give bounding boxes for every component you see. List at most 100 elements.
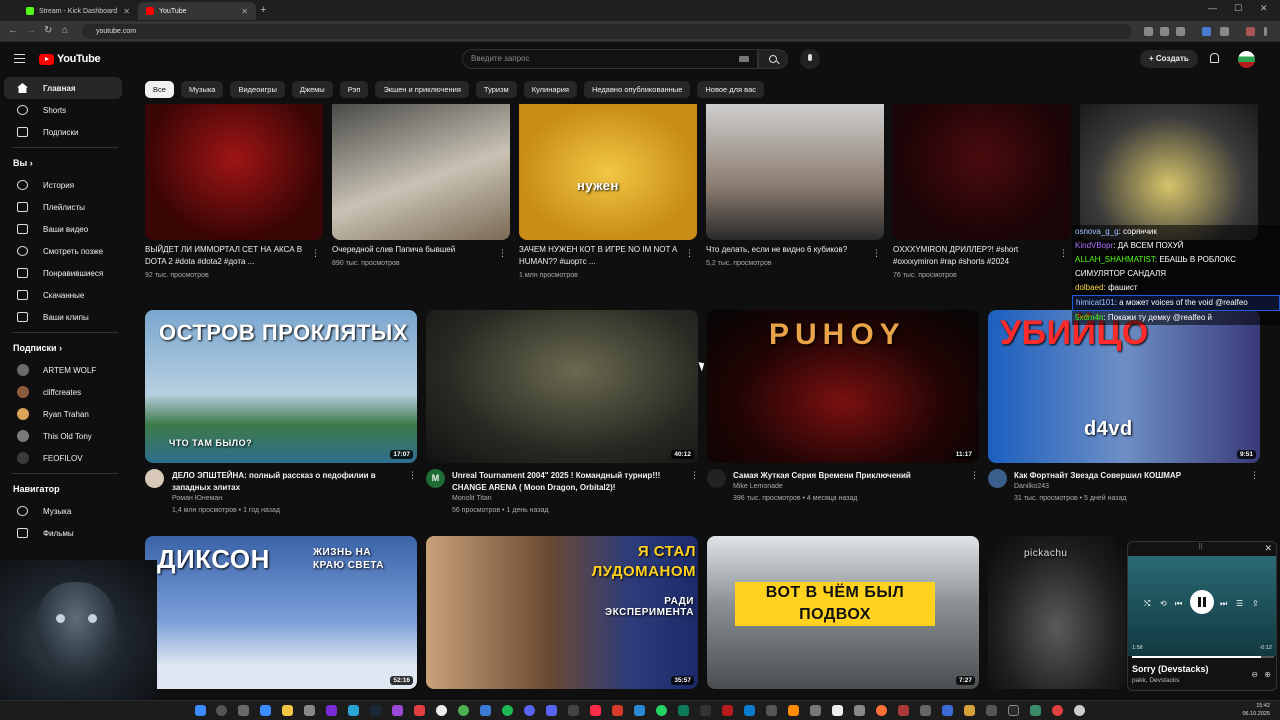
hamburger-menu-icon[interactable] [14, 54, 25, 63]
sidebar-item-downloads[interactable]: Скачанные [4, 284, 122, 306]
dislike-icon[interactable]: ⊖ [1251, 670, 1258, 679]
sidebar-item-history[interactable]: История [4, 174, 122, 196]
app-icon[interactable] [326, 705, 337, 716]
channel-name[interactable]: Роман Юнеман [172, 495, 222, 502]
chip-recently-uploaded[interactable]: Недавно опубликованные [583, 81, 691, 98]
more-options-icon[interactable]: ⋮ [311, 248, 320, 259]
channel-avatar[interactable]: M [426, 469, 445, 488]
more-options-icon[interactable]: ⋮ [498, 248, 507, 259]
video-thumbnail[interactable]: 40:12 [426, 310, 698, 463]
steam-icon[interactable] [370, 705, 381, 716]
zoom-icon[interactable] [1160, 27, 1169, 36]
bookmark-star-icon[interactable] [1176, 27, 1185, 36]
file-explorer-icon[interactable] [282, 705, 293, 716]
extension-icon[interactable] [1202, 27, 1211, 36]
app-icon[interactable] [788, 705, 799, 716]
search-input[interactable]: Введите запрос [462, 49, 758, 69]
app-icon[interactable] [1052, 705, 1063, 716]
widgets-icon[interactable] [260, 705, 271, 716]
sidebar-item-playlists[interactable]: Плейлисты [4, 196, 122, 218]
maximize-icon[interactable]: ☐ [1234, 3, 1242, 14]
sidebar-item-artem-wolf[interactable]: ARTEM WOLF [4, 359, 122, 381]
video-thumbnail[interactable]: ВОТ В ЧЁМ БЫЛ ПОДВОХ 7:27 [707, 536, 979, 689]
create-button[interactable]: + Создать [1140, 50, 1198, 68]
sidebar-item-this-old-tony[interactable]: This Old Tony [4, 425, 122, 447]
app-icon[interactable] [414, 705, 425, 716]
chip-tourism[interactable]: Туризм [475, 81, 517, 98]
app-icon[interactable] [722, 705, 733, 716]
video-thumbnail[interactable]: УБИЙЦО d4vd 9:51 [988, 310, 1260, 463]
notifications-bell-icon[interactable] [1210, 53, 1219, 63]
forward-icon[interactable]: → [26, 25, 36, 36]
channel-avatar[interactable] [988, 469, 1007, 488]
music-app-icon[interactable] [590, 705, 601, 716]
app-icon[interactable] [392, 705, 403, 716]
chip-rap[interactable]: Рэп [339, 81, 369, 98]
channel-name[interactable]: Monolit Titan [452, 495, 492, 502]
sidebar-subscriptions-header[interactable]: Подписки › [0, 337, 130, 359]
close-window-icon[interactable]: ✕ [1260, 3, 1268, 14]
search-button[interactable] [758, 49, 788, 69]
task-view-icon[interactable] [238, 705, 249, 716]
video-thumbnail[interactable]: PUHOY 11:17 [707, 310, 979, 463]
sidebar-item-home[interactable]: Главная [4, 77, 122, 99]
short-title[interactable]: ВЫЙДЕТ ЛИ ИММОРТАЛ СЕТ НА АКСА В DOTA 2 … [145, 244, 310, 268]
app-icon[interactable] [612, 705, 623, 716]
app-icon[interactable] [920, 705, 931, 716]
drag-handle-icon[interactable]: ⠿ [1198, 543, 1203, 551]
sidebar-item-liked[interactable]: Понравившиеся [4, 262, 122, 284]
chip-action-adventure[interactable]: Экшен и приключения [375, 81, 469, 98]
video-title[interactable]: Самая Жуткая Серия Времени Приключений [733, 470, 973, 482]
vscode-icon[interactable] [744, 705, 755, 716]
chip-music[interactable]: Музыка [180, 81, 224, 98]
video-title[interactable]: Как Фортнайт Звезда Совершил КОШМАР [1014, 470, 1254, 482]
telegram-icon[interactable] [348, 705, 359, 716]
channel-name[interactable]: Mike Lemonade [733, 483, 783, 490]
discord-icon[interactable] [546, 705, 557, 716]
chip-videogames[interactable]: Видеоигры [230, 81, 285, 98]
more-options-icon[interactable]: ⋮ [408, 470, 417, 481]
short-thumbnail[interactable] [1080, 104, 1258, 240]
app-icon[interactable] [854, 705, 865, 716]
sidebar-item-ryan-trahan[interactable]: Ryan Trahan [4, 403, 122, 425]
account-avatar[interactable] [1238, 51, 1255, 68]
sidebar-item-shorts[interactable]: Shorts [4, 99, 122, 121]
channel-avatar[interactable] [145, 469, 164, 488]
chip-jams[interactable]: Джемы [291, 81, 333, 98]
spotify-icon[interactable] [502, 705, 513, 716]
search-icon[interactable] [216, 705, 227, 716]
sidebar-item-clips[interactable]: Ваши клипы [4, 306, 122, 328]
minimize-icon[interactable]: — [1208, 3, 1217, 13]
app-icon[interactable] [524, 705, 535, 716]
app-icon[interactable] [1008, 705, 1019, 716]
menu-dots-icon[interactable] [1264, 27, 1267, 36]
video-title[interactable]: ДЕЛО ЭПШТЕЙНА: полный рассказ о педофили… [172, 470, 412, 494]
close-tab-icon[interactable]: ✕ [123, 7, 130, 16]
start-menu-icon[interactable] [195, 705, 206, 716]
app-icon[interactable] [766, 705, 777, 716]
sidebar-item-cliffcreates[interactable]: cliffcreates [4, 381, 122, 403]
more-options-icon[interactable]: ⋮ [1250, 470, 1259, 481]
app-icon[interactable] [964, 705, 975, 716]
channel-avatar[interactable] [707, 469, 726, 488]
short-title[interactable]: ЗАЧЕМ НУЖЕН КОТ В ИГРЕ NO IM NOT A HUMAN… [519, 244, 684, 268]
video-thumbnail[interactable]: ОСТРОВ ПРОКЛЯТЫХ ЧТО ТАМ БЫЛО? 17:07 [145, 310, 417, 463]
queue-icon[interactable]: ☰ [1236, 599, 1243, 608]
extensions-puzzle-icon[interactable] [1220, 27, 1229, 36]
chip-cooking[interactable]: Кулинария [523, 81, 577, 98]
close-player-icon[interactable]: ✕ [1264, 543, 1272, 554]
whatsapp-icon[interactable] [656, 705, 667, 716]
reload-icon[interactable]: ↻ [44, 25, 52, 36]
system-clock[interactable]: 15:42 06.10.2025 [1242, 702, 1270, 718]
like-icon[interactable]: ⊕ [1264, 670, 1271, 679]
sidebar-you-header[interactable]: Вы › [0, 152, 130, 174]
app-icon[interactable] [678, 705, 689, 716]
chip-all[interactable]: Все [145, 81, 174, 98]
sidebar-item-watch-later[interactable]: Смотреть позже [4, 240, 122, 262]
more-options-icon[interactable]: ⋮ [872, 248, 881, 259]
short-title[interactable]: Что делать, если не видно 6 кубиков? [706, 244, 871, 256]
sidebar-item-subscriptions[interactable]: Подписки [4, 121, 122, 143]
voice-search-button[interactable] [800, 49, 820, 69]
short-thumbnail[interactable] [706, 104, 884, 240]
app-icon[interactable] [1030, 705, 1041, 716]
